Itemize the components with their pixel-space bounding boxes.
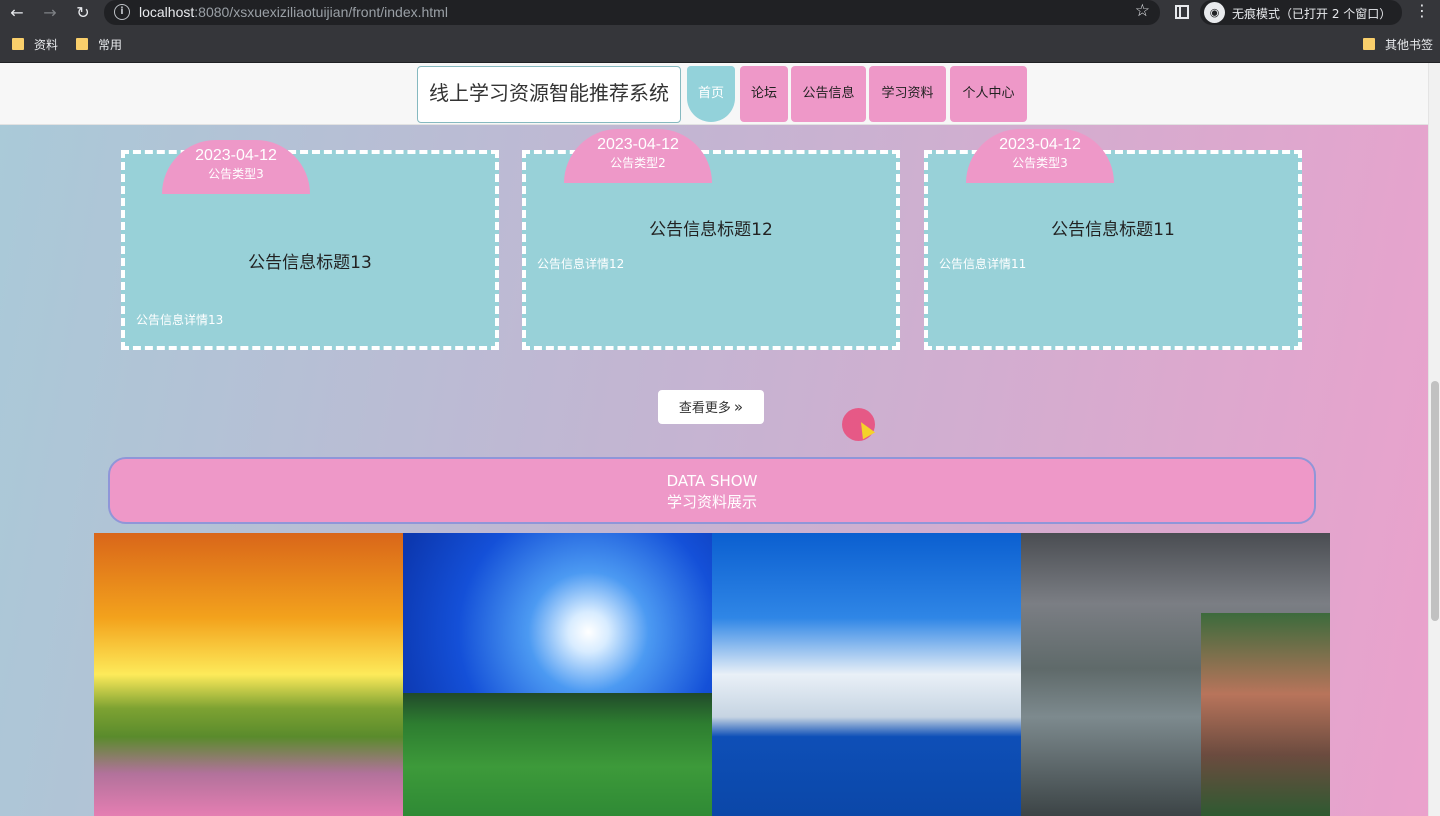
- browser-toolbar: ← → ↻ i localhost:8080/xsxuexiziliaotuij…: [0, 0, 1440, 27]
- data-show-banner: DATA SHOW 学习资料展示: [108, 457, 1316, 524]
- scrollbar-thumb[interactable]: [1431, 381, 1439, 621]
- page-content: 线上学习资源智能推荐系统 首页 论坛 公告信息 学习资料 个人中心 2023-0…: [0, 63, 1440, 816]
- nav-study-materials[interactable]: 学习资料: [869, 66, 946, 122]
- folder-icon: [12, 38, 24, 50]
- notice-detail: 公告信息详情12: [537, 257, 625, 271]
- page-scrollbar[interactable]: [1428, 63, 1440, 816]
- notice-card[interactable]: 2023-04-12 公告类型3 公告信息标题13 公告信息详情13: [121, 140, 499, 350]
- view-more-label: 查看更多: [678, 401, 731, 416]
- bookmarks-bar: 资料 常用 其他书签: [0, 27, 1440, 63]
- view-more-button[interactable]: 查看更多»: [658, 390, 764, 424]
- reload-icon[interactable]: ↻: [71, 2, 95, 24]
- bookmark-folder[interactable]: 资料: [12, 36, 58, 53]
- bookmark-label: 资料: [34, 38, 59, 52]
- other-bookmarks-label: 其他书签: [1385, 38, 1434, 52]
- folder-icon: [1363, 38, 1375, 50]
- folder-icon: [76, 38, 88, 50]
- notice-badge: 2023-04-12 公告类型2: [564, 129, 712, 183]
- notice-type: 公告类型3: [208, 167, 264, 181]
- notice-badge: 2023-04-12 公告类型3: [966, 129, 1114, 183]
- notice-detail: 公告信息详情11: [939, 257, 1027, 271]
- notice-type: 公告类型3: [1012, 156, 1068, 170]
- notice-badge: 2023-04-12 公告类型3: [162, 140, 310, 194]
- notice-title: 公告信息标题12: [649, 220, 773, 240]
- forward-arrow-icon[interactable]: →: [38, 2, 62, 24]
- bookmark-label: 常用: [98, 38, 123, 52]
- side-panel-icon[interactable]: [1175, 5, 1189, 19]
- gallery-image-snow-mountain-lake[interactable]: [712, 533, 1021, 816]
- gallery-image-sunset-flowers[interactable]: [94, 533, 403, 816]
- notice-card[interactable]: 2023-04-12 公告类型2 公告信息标题12 公告信息详情12: [522, 129, 900, 350]
- site-info-icon[interactable]: i: [114, 4, 130, 20]
- notice-date: 2023-04-12: [999, 136, 1081, 153]
- site-title[interactable]: 线上学习资源智能推荐系统: [417, 66, 681, 123]
- address-url: localhost:8080/xsxuexiziliaotuijian/fron…: [139, 4, 448, 20]
- double-chevron-right-icon: »: [733, 398, 744, 416]
- bookmark-folder[interactable]: 常用: [76, 36, 122, 53]
- bookmark-star-icon[interactable]: ☆: [1135, 1, 1150, 21]
- data-show-title-en: DATA SHOW: [666, 472, 758, 490]
- notice-title: 公告信息标题13: [248, 253, 372, 273]
- other-bookmarks[interactable]: 其他书签: [1363, 36, 1433, 53]
- nav-notices[interactable]: 公告信息: [791, 66, 866, 122]
- notice-date: 2023-04-12: [195, 147, 277, 164]
- browser-menu-icon[interactable]: ⋮: [1414, 1, 1430, 20]
- gallery-image-blue-sky-meadow[interactable]: [403, 533, 712, 816]
- url-path: :8080/xsxuexiziliaotuijian/front/index.h…: [194, 4, 448, 20]
- address-bar[interactable]: i localhost:8080/xsxuexiziliaotuijian/fr…: [104, 0, 1160, 25]
- gallery-image-lakeside-town[interactable]: [1021, 533, 1330, 816]
- nav-forum[interactable]: 论坛: [740, 66, 788, 122]
- nav-personal-center[interactable]: 个人中心: [950, 66, 1027, 122]
- notice-type: 公告类型2: [610, 156, 666, 170]
- data-show-title-cn: 学习资料展示: [666, 493, 757, 511]
- back-arrow-icon[interactable]: ←: [5, 2, 29, 24]
- notice-detail: 公告信息详情13: [136, 313, 224, 327]
- incognito-label: 无痕模式（已打开 2 个窗口）: [1232, 7, 1392, 21]
- notice-card[interactable]: 2023-04-12 公告类型3 公告信息标题11 公告信息详情11: [924, 129, 1302, 350]
- notice-title: 公告信息标题11: [1051, 220, 1175, 240]
- url-host: localhost: [139, 4, 195, 20]
- town-houses: [1201, 613, 1330, 816]
- nav-home[interactable]: 首页: [687, 66, 735, 122]
- incognito-icon: ◉: [1204, 2, 1225, 23]
- meadow-ground: [403, 693, 712, 816]
- incognito-indicator[interactable]: ◉ 无痕模式（已打开 2 个窗口）: [1200, 0, 1402, 25]
- site-header: 线上学习资源智能推荐系统 首页 论坛 公告信息 学习资料 个人中心: [0, 63, 1428, 125]
- notice-date: 2023-04-12: [597, 136, 679, 153]
